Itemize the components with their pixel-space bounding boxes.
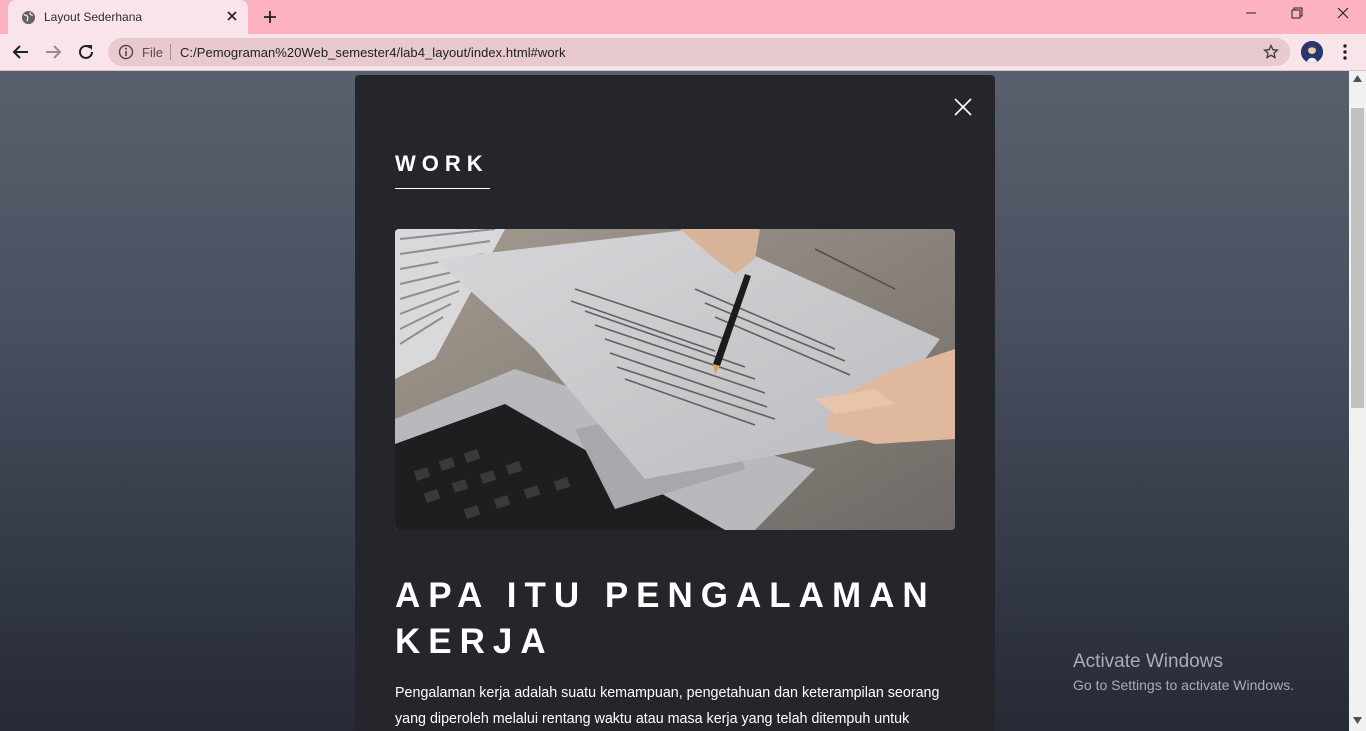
address-bar[interactable]: File C:/Pemograman%20Web_semester4/lab4_…	[108, 38, 1290, 66]
omnibox-divider	[170, 44, 171, 60]
page-background: WORK APA ITU PENGALAMAN KERJA Pengalaman…	[0, 71, 1349, 731]
close-window-icon[interactable]	[1335, 5, 1351, 21]
browser-toolbar: File C:/Pemograman%20Web_semester4/lab4_…	[0, 34, 1366, 71]
activate-windows-subtitle: Go to Settings to activate Windows.	[1073, 677, 1294, 693]
bookmark-star-icon[interactable]	[1263, 44, 1279, 60]
reload-icon[interactable]	[77, 43, 95, 61]
close-tab-icon[interactable]	[226, 10, 238, 22]
section-title: WORK	[395, 151, 489, 176]
url-scheme-label: File	[142, 45, 163, 60]
back-arrow-icon[interactable]	[12, 43, 30, 61]
article-heading: APA ITU PENGALAMAN KERJA	[395, 576, 936, 661]
work-article: WORK APA ITU PENGALAMAN KERJA Pengalaman…	[355, 75, 995, 731]
scroll-down-arrow-icon[interactable]	[1353, 717, 1362, 724]
close-icon[interactable]	[948, 92, 978, 122]
forward-arrow-icon[interactable]	[44, 43, 62, 61]
scroll-up-arrow-icon[interactable]	[1353, 75, 1362, 82]
scroll-thumb[interactable]	[1351, 108, 1364, 408]
url-text[interactable]: C:/Pemograman%20Web_semester4/lab4_layou…	[180, 45, 566, 60]
page-scrollbar[interactable]	[1349, 71, 1366, 731]
activate-windows-title: Activate Windows	[1073, 651, 1223, 672]
browser-tab[interactable]: Layout Sederhana	[8, 0, 248, 34]
new-tab-icon[interactable]	[262, 9, 278, 25]
article-paragraph: Pengalaman kerja adalah suatu kemampuan,…	[395, 685, 940, 727]
restore-icon[interactable]	[1289, 5, 1305, 21]
globe-icon	[21, 10, 36, 25]
section-title-underline	[395, 188, 490, 189]
tab-title: Layout Sederhana	[44, 10, 143, 24]
work-image	[395, 229, 955, 530]
browser-tabstrip: Layout Sederhana	[0, 0, 1366, 34]
info-icon[interactable]	[118, 44, 134, 60]
browser-menu-icon[interactable]	[1336, 43, 1354, 61]
minimize-icon[interactable]	[1243, 5, 1259, 21]
profile-avatar[interactable]	[1301, 41, 1323, 63]
